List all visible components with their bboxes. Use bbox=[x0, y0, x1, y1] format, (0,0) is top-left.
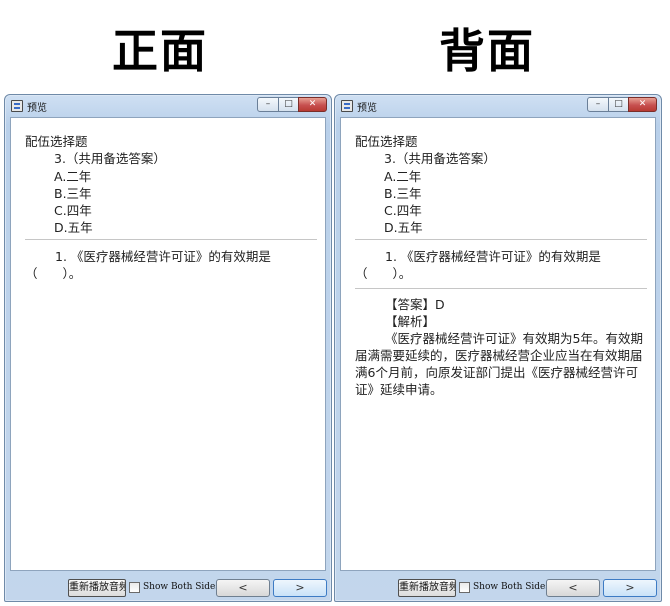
option-b: B.三年 bbox=[384, 186, 422, 201]
show-both-sides-label: Show Both Sides bbox=[473, 582, 551, 592]
show-both-sides-checkbox[interactable] bbox=[459, 582, 470, 593]
minimize-button[interactable]: – bbox=[257, 97, 279, 112]
question-number: 3.（共用备选答案） bbox=[384, 151, 496, 166]
close-icon: ✕ bbox=[638, 99, 647, 109]
title-bar[interactable]: 预览 – □ ✕ bbox=[335, 95, 661, 117]
maximize-button[interactable]: □ bbox=[278, 97, 299, 112]
option-list: A.二年 B.三年 C.四年 D.五年 bbox=[54, 168, 93, 236]
show-both-sides-label: Show Both Sides bbox=[143, 582, 221, 592]
back-side-heading: 背面 bbox=[439, 24, 535, 78]
window-title: 预览 bbox=[27, 103, 47, 114]
option-c: C.四年 bbox=[54, 203, 92, 218]
option-d: D.五年 bbox=[384, 220, 423, 235]
option-a: A.二年 bbox=[54, 169, 92, 184]
replay-audio-button[interactable]: 重新播放音频 bbox=[68, 579, 126, 597]
option-d: D.五年 bbox=[54, 220, 93, 235]
maximize-icon: □ bbox=[284, 99, 293, 109]
close-icon: ✕ bbox=[308, 99, 317, 109]
minimize-icon: – bbox=[265, 99, 271, 109]
divider bbox=[25, 239, 317, 240]
option-a: A.二年 bbox=[384, 169, 422, 184]
question-type: 配伍选择题 bbox=[355, 134, 418, 149]
question-type: 配伍选择题 bbox=[25, 134, 88, 149]
maximize-button[interactable]: □ bbox=[608, 97, 629, 112]
footer-bar: 重新播放音频 Show Both Sides < > bbox=[5, 573, 331, 601]
option-c: C.四年 bbox=[384, 203, 422, 218]
close-button[interactable]: ✕ bbox=[298, 97, 327, 112]
app-icon bbox=[341, 100, 353, 112]
analysis-heading: 【解析】 bbox=[385, 314, 436, 329]
question-stem: 1. 《医疗器械经营许可证》的有效期是（ ）。 bbox=[355, 249, 601, 281]
replay-audio-button[interactable]: 重新播放音频 bbox=[398, 579, 456, 597]
next-button[interactable]: > bbox=[603, 579, 657, 597]
question-stem: 1. 《医疗器械经营许可证》的有效期是（ ）。 bbox=[25, 249, 271, 281]
title-bar[interactable]: 预览 – □ ✕ bbox=[5, 95, 331, 117]
card-content[interactable]: 配伍选择题 3.（共用备选答案） A.二年 B.三年 C.四年 D.五年 1. … bbox=[10, 117, 326, 571]
divider bbox=[355, 288, 647, 289]
preview-window-front: 预览 – □ ✕ 配伍选择题 3.（共用备选答案） A.二年 B.三年 C.四年… bbox=[4, 94, 332, 602]
question-number: 3.（共用备选答案） bbox=[54, 151, 166, 166]
answer-line: 【答案】D bbox=[385, 297, 445, 312]
analysis-text: 《医疗器械经营许可证》有效期为5年。有效期届满需要延续的，医疗器械经营企业应当在… bbox=[355, 331, 643, 397]
app-icon bbox=[11, 100, 23, 112]
show-both-sides-checkbox[interactable] bbox=[129, 582, 140, 593]
divider bbox=[355, 239, 647, 240]
maximize-icon: □ bbox=[614, 99, 623, 109]
minimize-button[interactable]: – bbox=[587, 97, 609, 112]
next-button[interactable]: > bbox=[273, 579, 327, 597]
option-b: B.三年 bbox=[54, 186, 92, 201]
card-content[interactable]: 配伍选择题 3.（共用备选答案） A.二年 B.三年 C.四年 D.五年 1. … bbox=[340, 117, 656, 571]
window-title: 预览 bbox=[357, 103, 377, 114]
close-button[interactable]: ✕ bbox=[628, 97, 657, 112]
minimize-icon: – bbox=[595, 99, 601, 109]
previous-button[interactable]: < bbox=[216, 579, 270, 597]
footer-bar: 重新播放音频 Show Both Sides < > bbox=[335, 573, 661, 601]
preview-window-back: 预览 – □ ✕ 配伍选择题 3.（共用备选答案） A.二年 B.三年 C.四年… bbox=[334, 94, 662, 602]
previous-button[interactable]: < bbox=[546, 579, 600, 597]
option-list: A.二年 B.三年 C.四年 D.五年 bbox=[384, 168, 423, 236]
front-side-heading: 正面 bbox=[112, 24, 208, 78]
